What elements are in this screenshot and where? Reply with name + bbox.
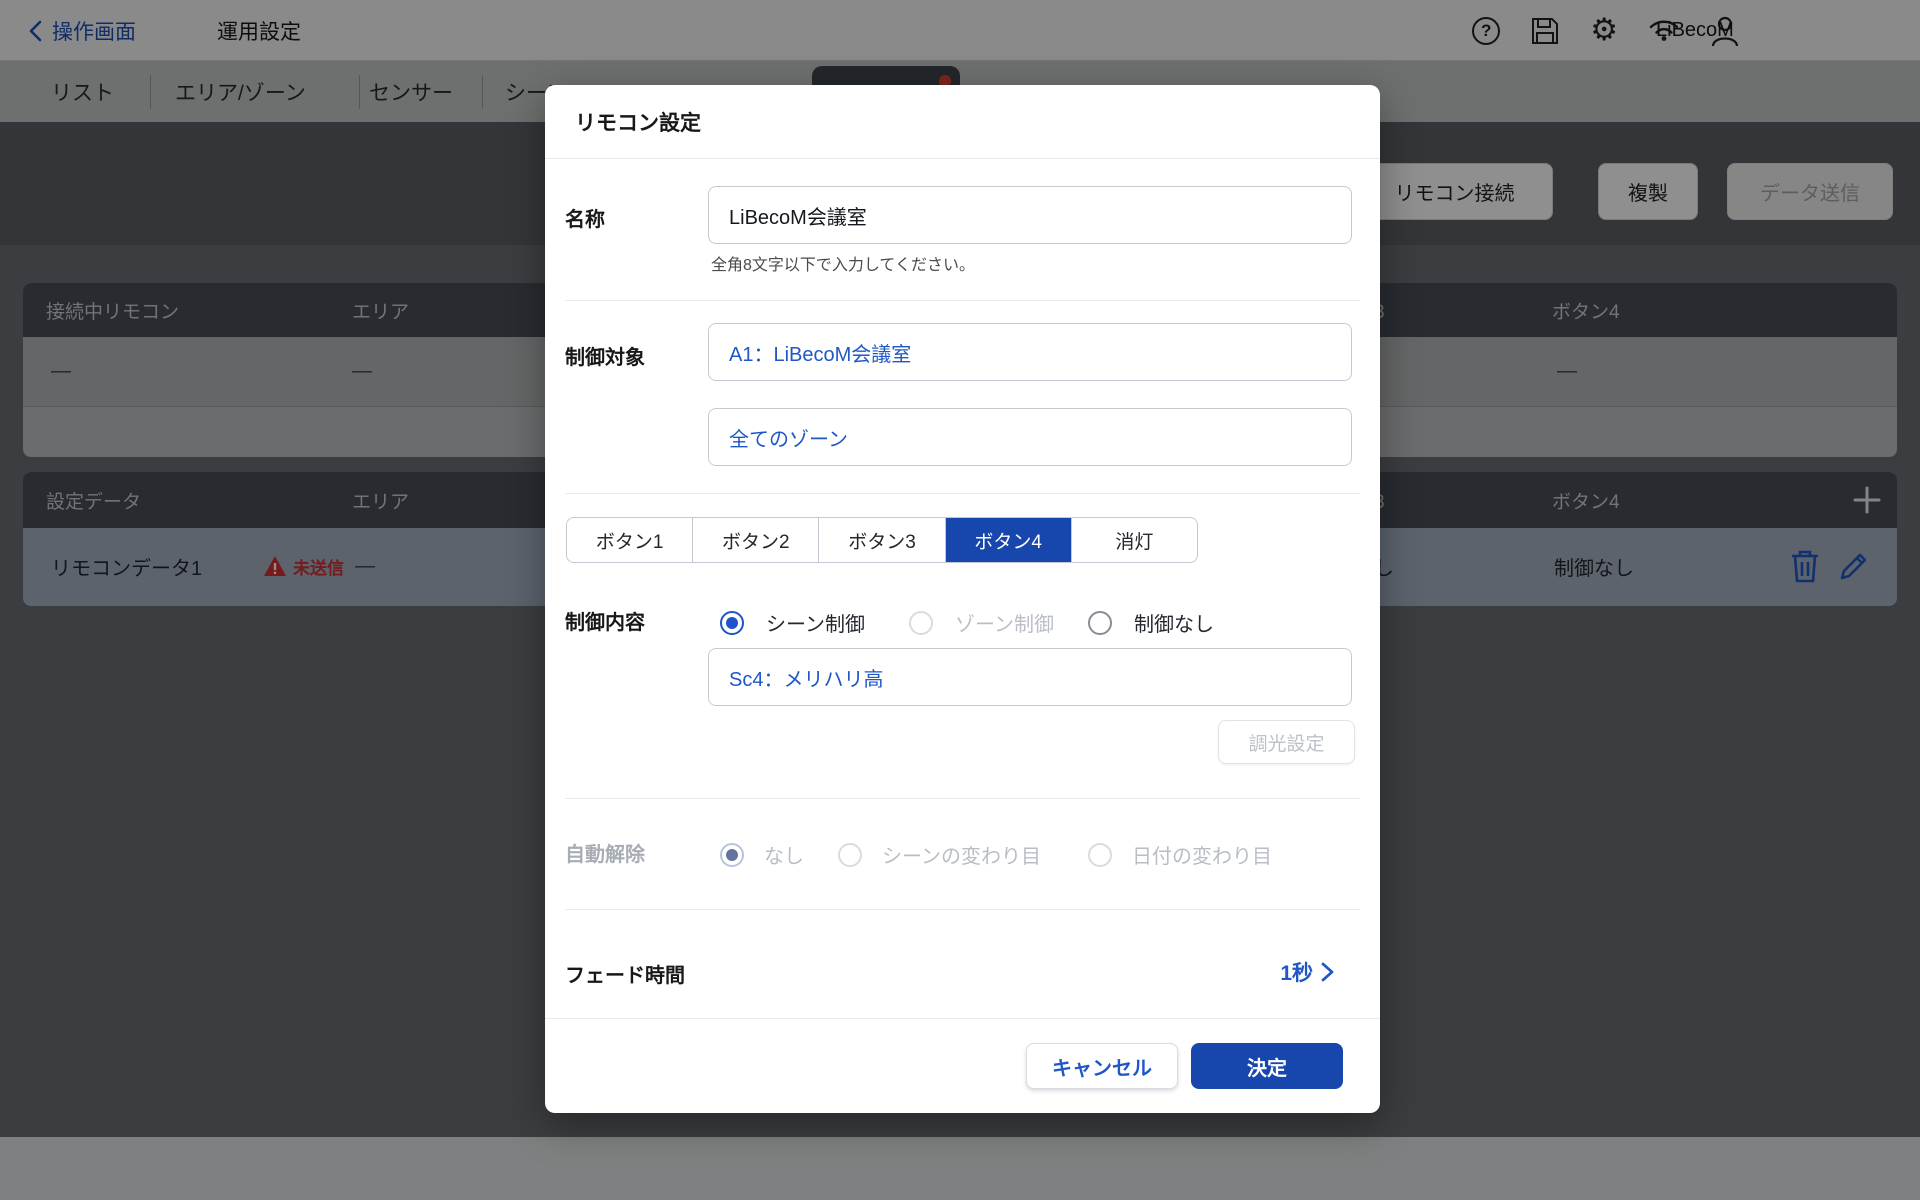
target-zone-select[interactable]: 全てのゾーン	[708, 408, 1352, 466]
auto-release-label: 自動解除	[565, 838, 645, 867]
divider	[545, 1018, 1380, 1019]
fade-time-text: 1秒	[1280, 957, 1313, 987]
fade-time-label: フェード時間	[565, 959, 685, 988]
radio-disabled-icon	[838, 843, 862, 867]
radio-label: 制御なし	[1134, 608, 1214, 637]
control-content-label: 制御内容	[565, 606, 645, 635]
fade-time-value[interactable]: 1秒	[1280, 956, 1334, 988]
cancel-button[interactable]: キャンセル	[1026, 1043, 1178, 1089]
segment-off[interactable]: 消灯	[1072, 518, 1197, 562]
remote-button-selector: ボタン1 ボタン2 ボタン3 ボタン4 消灯	[566, 517, 1198, 563]
radio-disabled-icon	[1088, 843, 1112, 867]
segment-button1[interactable]: ボタン1	[567, 518, 693, 562]
radio-label: シーン制御	[766, 608, 865, 637]
dimming-settings-button: 調光設定	[1218, 720, 1355, 764]
radio-zone-control: ゾーン制御	[909, 608, 1054, 637]
radio-auto-none: なし	[720, 840, 804, 869]
scene-select[interactable]: Sc4：メリハリ高	[708, 648, 1352, 706]
radio-auto-date-change: 日付の変わり目	[1088, 840, 1272, 869]
target-area-select[interactable]: A1：LiBecoM会議室	[708, 323, 1352, 381]
radio-selected-disabled-icon	[720, 843, 744, 867]
name-label: 名称	[565, 203, 605, 232]
radio-auto-scene-change: シーンの変わり目	[838, 840, 1041, 869]
divider	[565, 798, 1360, 799]
radio-disabled-icon	[909, 611, 933, 635]
radio-label: ゾーン制御	[955, 608, 1054, 637]
radio-label: シーンの変わり目	[882, 840, 1041, 869]
radio-no-control[interactable]: 制御なし	[1088, 608, 1214, 637]
chevron-right-icon	[1321, 962, 1334, 982]
segment-button3[interactable]: ボタン3	[819, 518, 945, 562]
divider	[565, 909, 1360, 910]
name-helper-text: 全角8文字以下で入力してください。	[711, 251, 975, 275]
dialog-title: リモコン設定	[575, 107, 701, 137]
radio-label: なし	[764, 840, 804, 869]
remote-settings-dialog: リモコン設定 名称 LiBecoM会議室 全角8文字以下で入力してください。 制…	[545, 85, 1380, 1113]
name-input[interactable]: LiBecoM会議室	[708, 186, 1352, 244]
radio-selected-icon	[720, 611, 744, 635]
radio-scene-control[interactable]: シーン制御	[720, 608, 865, 637]
radio-unselected-icon	[1088, 611, 1112, 635]
ok-button[interactable]: 決定	[1191, 1043, 1343, 1089]
segment-button2[interactable]: ボタン2	[693, 518, 819, 562]
radio-label: 日付の変わり目	[1132, 840, 1272, 869]
control-target-label: 制御対象	[565, 341, 645, 370]
divider	[565, 300, 1360, 301]
segment-button4-selected[interactable]: ボタン4	[946, 518, 1072, 562]
divider	[545, 158, 1380, 159]
divider	[565, 493, 1360, 494]
